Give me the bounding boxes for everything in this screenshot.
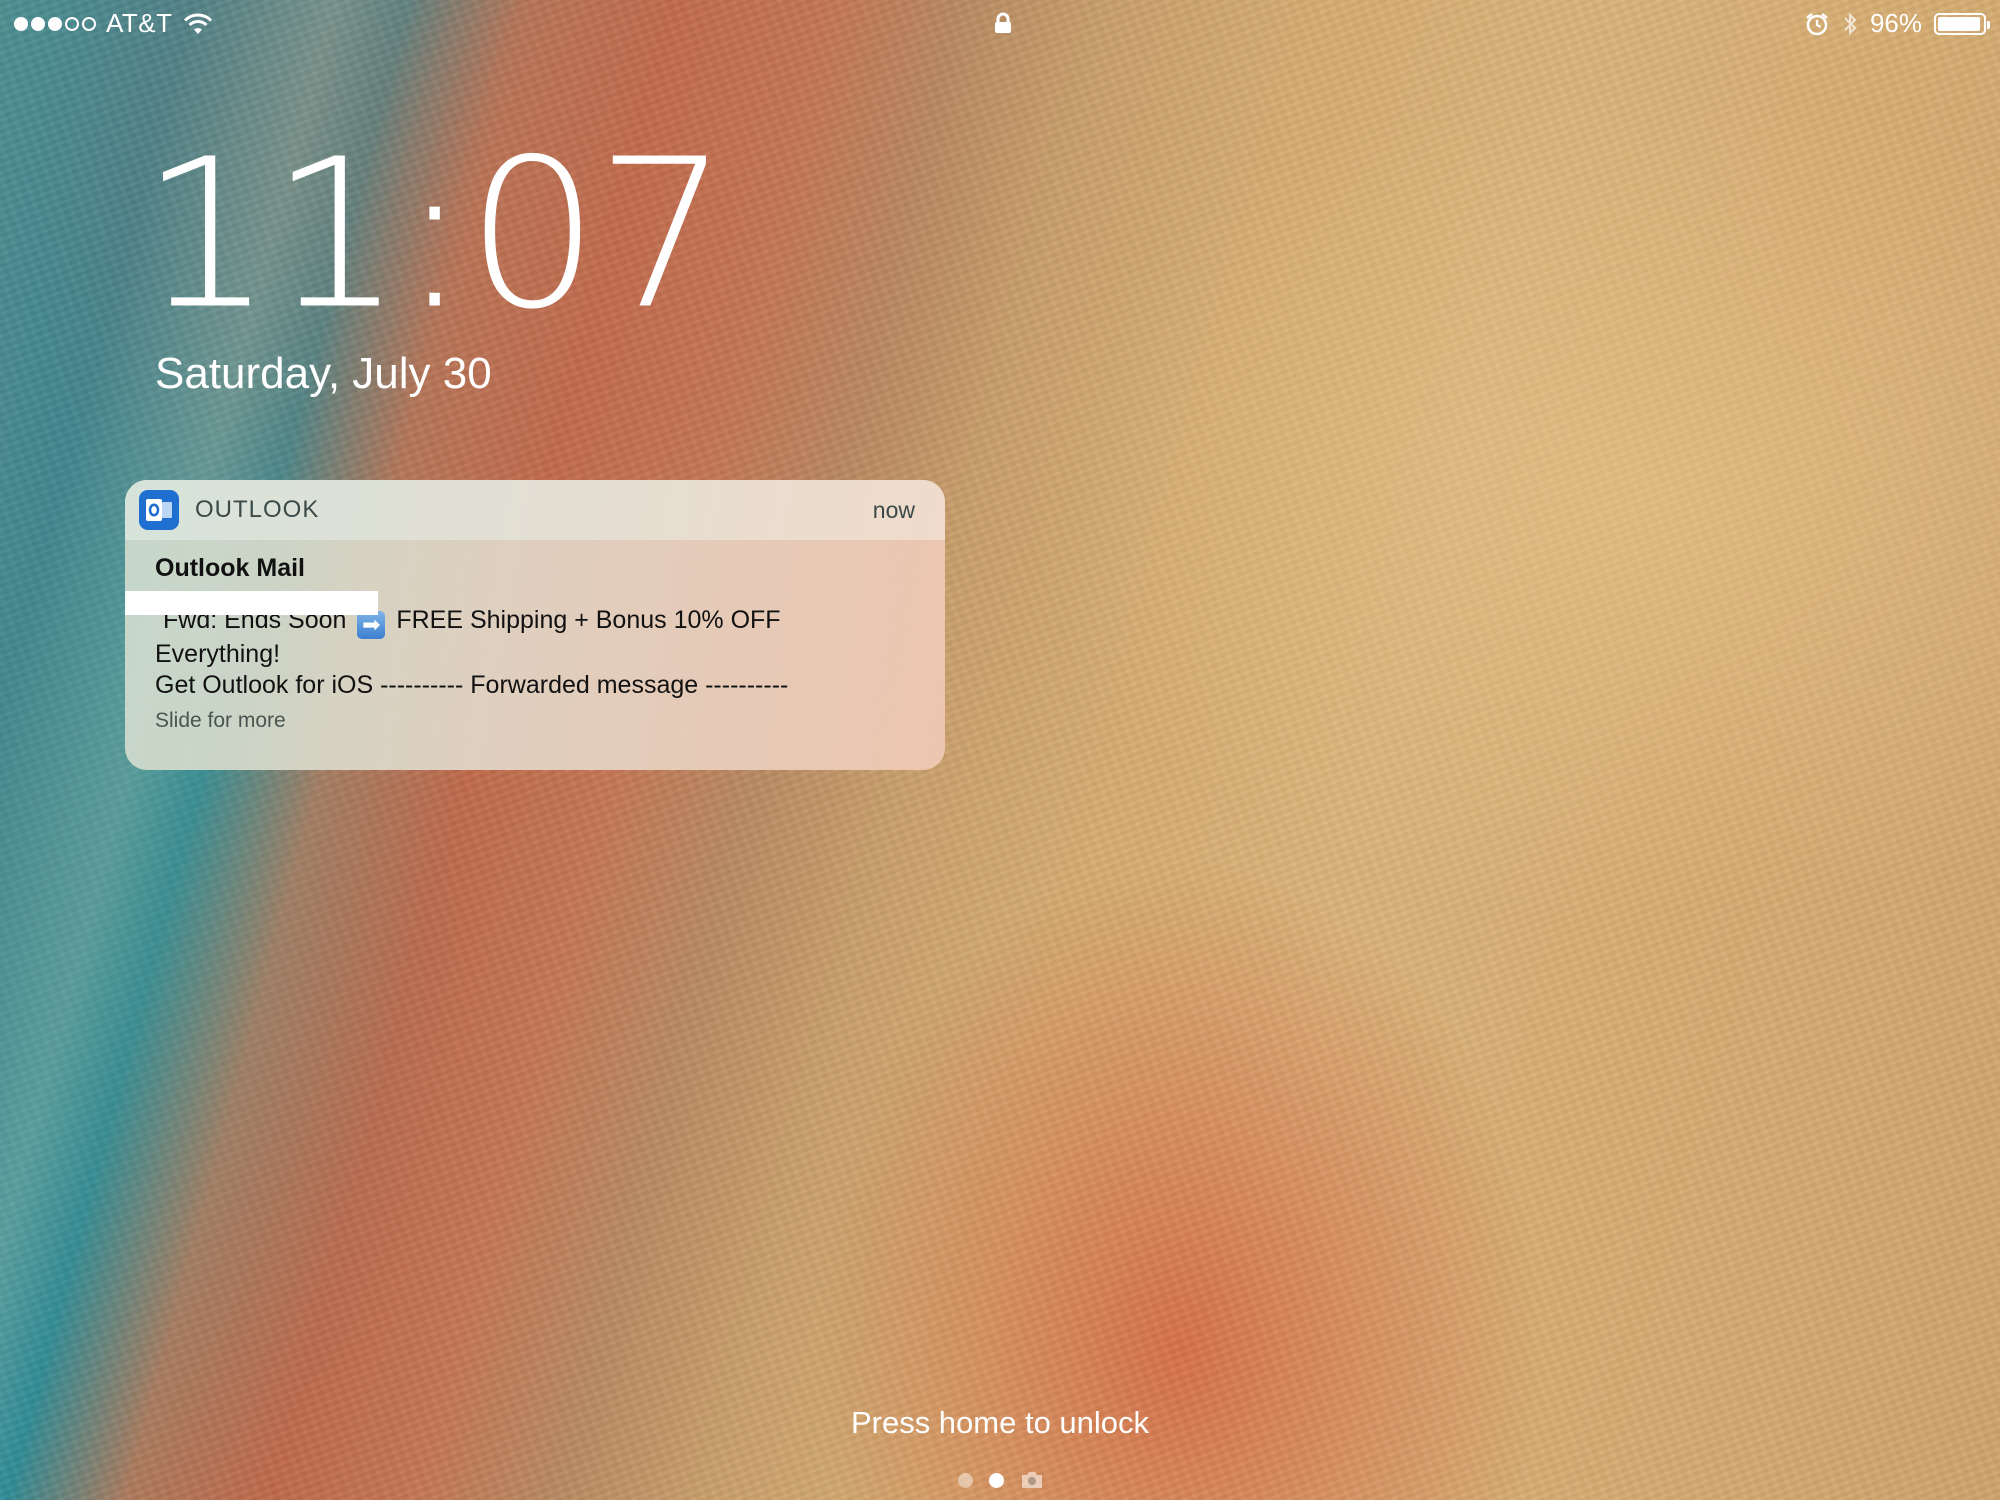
signal-dot (48, 16, 62, 31)
message-preview: Get Outlook for iOS ---------- Forwarded… (155, 671, 789, 699)
page-indicator[interactable] (958, 1470, 1044, 1490)
status-right: 96% (1804, 8, 1990, 39)
signal-dot (65, 16, 79, 31)
status-bar: AT&T 96% (0, 0, 2000, 46)
lock-screen-clock: 11:07 (140, 114, 729, 355)
signal-dot (31, 16, 45, 31)
signal-strength-indicator (14, 16, 96, 31)
slide-for-more-hint: Slide for more (155, 709, 286, 732)
lock-icon (995, 12, 1011, 33)
bluetooth-icon (1844, 12, 1857, 35)
lock-screen-date: Saturday, July 30 (155, 349, 492, 398)
battery-icon (1934, 12, 1990, 35)
redacted-sender (125, 591, 378, 615)
notification-title: Outlook Mail (155, 554, 305, 582)
outlook-app-icon (139, 490, 179, 530)
subject-line2: Everything! (155, 640, 281, 668)
carrier-name: AT&T (106, 8, 173, 38)
wifi-icon (183, 13, 212, 34)
unlock-hint: Press home to unlock (850, 1405, 1150, 1440)
battery-fill (1938, 16, 1981, 31)
notification-message: Fwd: Ends Soon ➡ FREE Shipping + Bonus 1… (155, 605, 917, 701)
signal-dot (14, 16, 28, 31)
camera-icon[interactable] (1020, 1470, 1044, 1490)
page-dot[interactable] (958, 1472, 973, 1488)
notification-header: OUTLOOK now (125, 480, 945, 540)
status-left: AT&T (14, 8, 213, 39)
page-dot-active[interactable] (989, 1472, 1004, 1488)
right-arrow-icon: ➡ (357, 611, 386, 639)
subject-suffix: FREE Shipping + Bonus 10% OFF (396, 606, 781, 634)
notification-app-name: OUTLOOK (195, 496, 320, 523)
notification-body: Outlook Mail Fwd: Ends Soon ➡ FREE Shipp… (125, 540, 945, 733)
signal-dot (82, 16, 96, 31)
battery-percent: 96% (1869, 8, 1922, 38)
notification-time: now (872, 496, 915, 523)
outlook-notification[interactable]: OUTLOOK now Outlook Mail Fwd: Ends Soon … (125, 480, 945, 770)
outlook-logo-icon (146, 499, 172, 521)
alarm-icon (1806, 12, 1828, 35)
